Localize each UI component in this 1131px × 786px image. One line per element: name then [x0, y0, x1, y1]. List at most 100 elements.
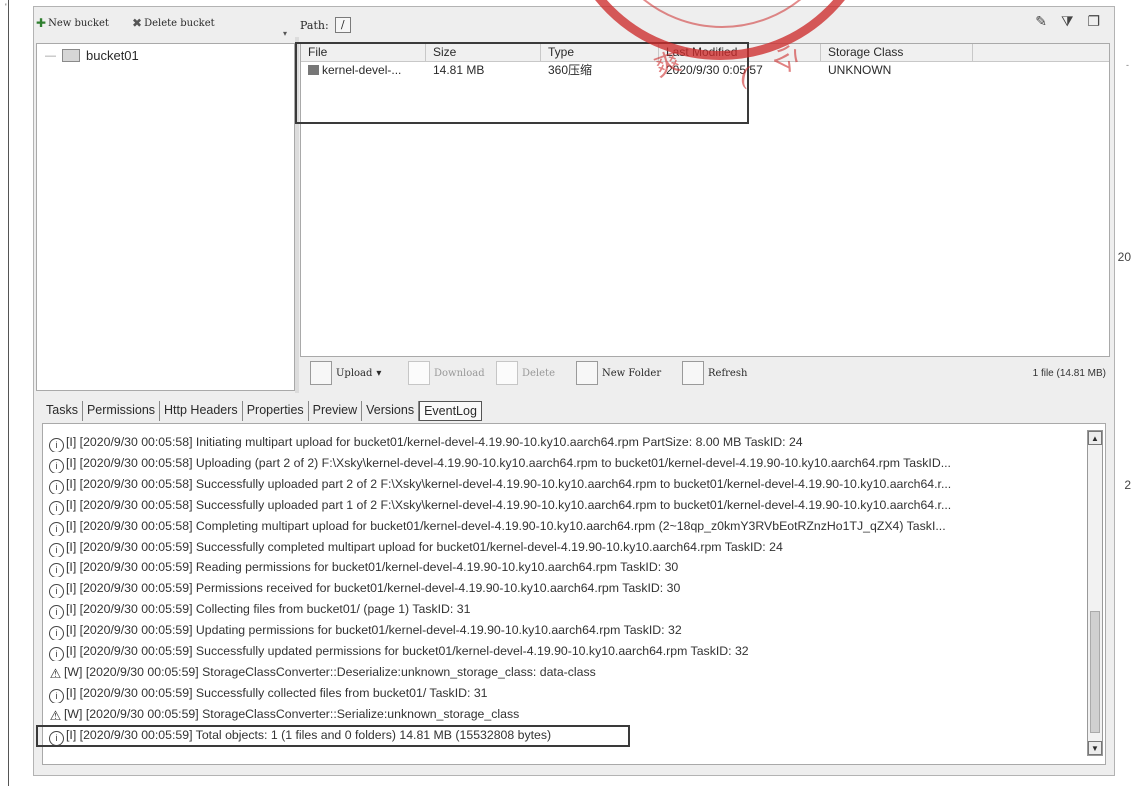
log-entry[interactable]: i [I] [2020/9/30 00:05:59] Successfully u…	[49, 641, 1079, 661]
add-bucket-icon: ✚	[36, 16, 47, 30]
tab-http-headers[interactable]: Http Headers	[160, 401, 243, 421]
info-icon: i	[49, 458, 64, 473]
path-input[interactable]: /	[334, 17, 351, 33]
s3-browser-window: ✚ New bucket ✖ Delete bucket ▾ — bucket0…	[33, 6, 1115, 776]
log-entry-text: [I] [2020/9/30 00:05:58] Successfully up…	[66, 497, 952, 512]
file-action-bar: Upload ▾ Download Delete New Folder Refr…	[300, 355, 1110, 391]
column-header-file[interactable]: File	[301, 44, 426, 61]
log-entry[interactable]: i [I] [2020/9/30 00:05:59] Successfully c…	[49, 537, 1079, 557]
log-entry-text: [I] [2020/9/30 00:05:59] Collecting file…	[66, 602, 471, 617]
event-log-scrollbar[interactable]: ▲ ▼	[1087, 430, 1103, 756]
page-edge-line	[8, 0, 9, 786]
column-header-storage-class[interactable]: Storage Class	[821, 44, 973, 61]
folder-icon	[62, 49, 80, 62]
log-entry[interactable]: ⚠ [W] [2020/9/30 00:05:59] StorageClassCo…	[49, 704, 1079, 724]
scroll-thumb[interactable]	[1090, 611, 1100, 733]
column-header-modified[interactable]: Last Modified	[659, 44, 821, 61]
download-label: Download	[434, 367, 485, 379]
copy-icon[interactable]: ❐	[1087, 13, 1100, 30]
margin-dash: -	[1126, 60, 1129, 70]
info-icon: i	[49, 542, 64, 557]
pane-splitter[interactable]	[295, 37, 299, 393]
delete-bucket-label: Delete bucket	[144, 17, 215, 29]
log-entry-text: [I] [2020/9/30 00:05:59] Updating permis…	[66, 623, 682, 638]
file-row[interactable]: kernel-devel-... 14.81 MB 360压缩 2020/9/3…	[301, 62, 1109, 78]
log-entry[interactable]: i [I] [2020/9/30 00:05:59] Updating permi…	[49, 620, 1079, 641]
margin-mark: 2	[1124, 478, 1131, 492]
toolbar-overflow-icon[interactable]: ▾	[283, 29, 287, 38]
event-log-panel: i [I] [2020/9/30 00:05:58] Initiating mul…	[42, 423, 1106, 765]
file-storage-class: UNKNOWN	[828, 63, 892, 77]
download-button[interactable]: Download	[408, 361, 485, 385]
file-list: File Size Type Last Modified Storage Cla…	[300, 43, 1110, 357]
log-entry[interactable]: i [I] [2020/9/30 00:05:59] Total objects:…	[49, 725, 1079, 745]
tab-versions[interactable]: Versions	[362, 401, 420, 421]
refresh-icon	[682, 361, 704, 385]
file-tools: ✎ ⧩ ❐	[1035, 13, 1100, 30]
log-entry-text: [I] [2020/9/30 00:05:58] Successfully up…	[66, 476, 952, 491]
log-entry[interactable]: i [I] [2020/9/30 00:05:58] Successfully u…	[49, 474, 1079, 494]
bucket-item[interactable]: — bucket01	[45, 48, 139, 63]
tab-tasks[interactable]: Tasks	[42, 401, 83, 421]
info-icon: i	[49, 438, 64, 452]
log-entry[interactable]: i [I] [2020/9/30 00:05:58] Completing mul…	[49, 516, 1079, 536]
info-icon: i	[49, 730, 64, 745]
info-icon: i	[49, 584, 64, 599]
warning-icon: ⚠	[49, 707, 62, 723]
log-entry-text: [I] [2020/9/30 00:05:59] Total objects: …	[66, 727, 552, 742]
log-entry-text: [W] [2020/9/30 00:05:59] StorageClassCon…	[64, 664, 596, 679]
log-entry[interactable]: i [I] [2020/9/30 00:05:58] Uploading (par…	[49, 453, 1079, 473]
detail-tabs: Tasks Permissions Http Headers Propertie…	[42, 401, 482, 421]
warning-icon: ⚠	[49, 665, 62, 681]
refresh-label: Refresh	[708, 367, 748, 379]
file-count-status: 1 file (14.81 MB)	[1032, 368, 1106, 379]
info-icon: i	[49, 500, 64, 515]
log-entry[interactable]: i [I] [2020/9/30 00:05:58] Successfully u…	[49, 495, 1079, 515]
delete-button[interactable]: Delete	[496, 361, 555, 385]
log-entry[interactable]: i [I] [2020/9/30 00:05:59] Collecting fil…	[49, 599, 1079, 620]
log-entry-text: [I] [2020/9/30 00:05:59] Permissions rec…	[66, 581, 681, 596]
scroll-down-icon[interactable]: ▼	[1088, 741, 1102, 755]
log-entry[interactable]: i [I] [2020/9/30 00:05:59] Reading permis…	[49, 557, 1079, 578]
log-entry-text: [I] [2020/9/30 00:05:58] Completing mult…	[66, 518, 946, 533]
info-icon: i	[49, 521, 64, 536]
info-icon: i	[49, 605, 64, 620]
upload-dropdown-icon[interactable]: ▾	[376, 368, 381, 379]
upload-button[interactable]: Upload ▾	[310, 361, 381, 385]
tab-preview[interactable]: Preview	[309, 401, 363, 421]
info-icon: i	[49, 626, 64, 641]
refresh-button[interactable]: Refresh	[682, 361, 747, 385]
log-entry-text: [I] [2020/9/30 00:05:59] Successfully co…	[66, 685, 488, 700]
log-entry[interactable]: i [I] [2020/9/30 00:05:59] Successfully c…	[49, 683, 1079, 703]
log-entry-text: [I] [2020/9/30 00:05:58] Initiating mult…	[66, 435, 803, 449]
column-header-type[interactable]: Type	[541, 44, 659, 61]
column-header-size[interactable]: Size	[426, 44, 541, 61]
upload-icon	[310, 361, 332, 385]
new-folder-button[interactable]: New Folder	[576, 361, 661, 385]
info-icon: i	[49, 563, 64, 578]
tab-eventlog[interactable]: EventLog	[419, 401, 482, 421]
delete-icon	[496, 361, 518, 385]
log-entry[interactable]: i [I] [2020/9/30 00:05:58] Initiating mul…	[49, 432, 1079, 452]
delete-bucket-button[interactable]: ✖ Delete bucket	[132, 17, 215, 29]
log-entry[interactable]: ⚠ [W] [2020/9/30 00:05:59] StorageClassCo…	[49, 662, 1079, 682]
filter-icon[interactable]: ⧩	[1061, 13, 1074, 30]
file-size: 14.81 MB	[433, 63, 485, 77]
tab-permissions[interactable]: Permissions	[83, 401, 161, 421]
delete-label: Delete	[522, 367, 555, 379]
info-icon: i	[49, 479, 64, 494]
new-bucket-label: New bucket	[48, 17, 109, 29]
scroll-up-icon[interactable]: ▲	[1088, 431, 1102, 445]
log-entry-text: [I] [2020/9/30 00:05:59] Successfully co…	[66, 539, 783, 554]
tree-line-icon: —	[45, 49, 56, 62]
edit-icon[interactable]: ✎	[1035, 13, 1047, 30]
new-bucket-button[interactable]: ✚ New bucket	[36, 17, 109, 29]
tab-properties[interactable]: Properties	[243, 401, 309, 421]
upload-label: Upload	[336, 367, 373, 379]
log-entry-text: [I] [2020/9/30 00:05:59] Successfully up…	[66, 644, 749, 658]
delete-bucket-icon: ✖	[132, 16, 143, 30]
bucket-toolbar: ✚ New bucket ✖ Delete bucket	[34, 15, 289, 35]
log-entry[interactable]: i [I] [2020/9/30 00:05:59] Permissions re…	[49, 578, 1079, 599]
file-type: 360压缩	[548, 63, 593, 77]
path-label: Path:	[300, 18, 329, 32]
